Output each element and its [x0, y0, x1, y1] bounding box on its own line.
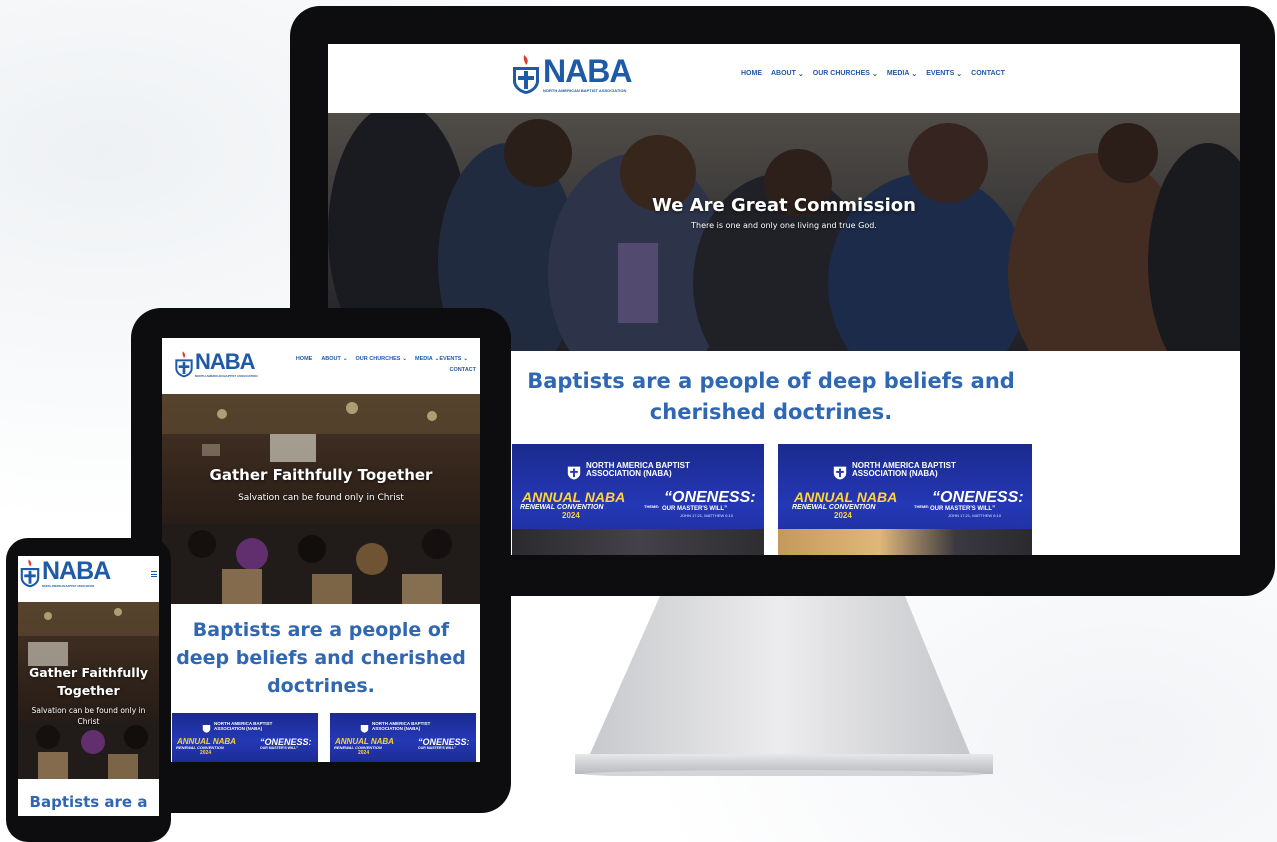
phone-header: NABA NORTH AMERICAN BAPTIST ASSOCIATION — [18, 556, 159, 602]
card-theme-quote: “ONENESS: — [932, 489, 1024, 506]
card-theme-quote: “ONENESS: — [664, 489, 756, 506]
card-scripture: JOHN 17:21, MATTHEW 6:10 — [680, 513, 734, 518]
desktop-section-heading: Baptists are a people of deep beliefs an… — [527, 369, 1015, 424]
brand-name: NABA — [42, 556, 111, 585]
tablet-event-card-1[interactable]: NORTH AMERICA BAPTIST ASSOCIATION (NABA) … — [172, 713, 318, 762]
card-theme-sub: OUR MASTER'S WILL” — [930, 506, 996, 512]
nav-home[interactable]: HOME — [741, 70, 762, 78]
nav-events[interactable]: EVENTS — [439, 356, 461, 362]
card-photo — [512, 529, 764, 555]
card-photo — [778, 529, 1032, 555]
card-theme-sub: OUR MASTER'S WILL” — [662, 506, 728, 512]
card-year: 2024 — [834, 511, 852, 520]
card-annual: ANNUAL NABA — [794, 489, 898, 505]
hamburger-menu-icon[interactable] — [151, 571, 157, 577]
chevron-down-icon: ⌄ — [463, 356, 468, 362]
card-year: 2024 — [200, 750, 212, 756]
desktop-nav: HOME ABOUT ⌄ OUR CHURCHES ⌄ MEDIA ⌄ EVENTS ⌄… — [741, 70, 1005, 78]
card-theme-label: THEME: — [914, 504, 930, 509]
desktop-header: NABA NORTH AMERICAN BAPTIST ASSOCIATION … — [328, 44, 1240, 113]
tablet-section-heading: Baptists are a people of deep beliefs an… — [176, 619, 466, 697]
naba-logo-icon — [513, 55, 539, 94]
desktop-hero-subtitle: There is one and only one living and tru… — [691, 221, 877, 230]
nav-events[interactable]: EVENTS — [926, 70, 954, 78]
card-org: NORTH AMERICA BAPTIST ASSOCIATION (NABA) — [372, 721, 431, 731]
naba-logo-icon — [360, 725, 369, 733]
brand-tagline: NORTH AMERICAN BAPTIST ASSOCIATION — [195, 373, 258, 378]
desktop-event-card-2[interactable]: NORTH AMERICA BAPTIST ASSOCIATION (NABA) … — [778, 444, 1032, 555]
card-renewal: RENEWAL CONVENTION — [520, 504, 604, 511]
naba-logo-icon — [202, 725, 211, 733]
chevron-down-icon: ⌄ — [911, 71, 918, 78]
brand-name: NABA — [543, 53, 632, 89]
phone-section-heading: Baptists are a — [29, 793, 148, 811]
chevron-down-icon: ⌄ — [342, 356, 348, 362]
nav-home[interactable]: HOME — [296, 356, 313, 362]
naba-logo-icon — [175, 351, 193, 378]
naba-logo-icon — [20, 559, 40, 588]
tablet-logo[interactable]: NABA NORTH AMERICAN BAPTIST ASSOCIATION — [174, 350, 258, 378]
card-theme-sub: OUR MASTER'S WILL” — [418, 746, 456, 750]
nav-our-churches[interactable]: OUR CHURCHES — [813, 70, 870, 78]
nav-our-churches[interactable]: OUR CHURCHES — [356, 356, 401, 362]
naba-logo-icon — [833, 466, 847, 480]
brand-tagline: NORTH AMERICAN BAPTIST ASSOCIATION — [42, 584, 95, 588]
brand-name: NABA — [195, 348, 256, 374]
desktop-logo[interactable]: NABA NORTH AMERICAN BAPTIST ASSOCIATION — [511, 53, 632, 95]
card-org: NORTH AMERICA BAPTIST ASSOCIATION (NABA) — [852, 461, 956, 479]
nav-media[interactable]: MEDIA — [415, 356, 433, 362]
nav-contact[interactable]: CONTACT — [971, 70, 1005, 78]
card-org: NORTH AMERICA BAPTIST ASSOCIATION (NABA) — [214, 721, 273, 731]
card-theme-sub: OUR MASTER'S WILL” — [260, 746, 298, 750]
nav-about[interactable]: ABOUT — [321, 356, 341, 362]
card-org: NORTH AMERICA BAPTIST ASSOCIATION (NABA) — [586, 461, 690, 479]
phone-hero-title: Gather Faithfully Together — [28, 665, 149, 698]
card-annual: ANNUAL NABA — [522, 489, 626, 505]
card-year: 2024 — [358, 750, 370, 756]
naba-logo-icon — [567, 466, 581, 480]
tablet-hero-subtitle: Salvation can be found only in Christ — [238, 493, 404, 503]
nav-media[interactable]: MEDIA — [887, 70, 910, 78]
desktop-hero-title: We Are Great Commission — [652, 195, 916, 216]
nav-about[interactable]: ABOUT — [771, 70, 796, 78]
chevron-down-icon: ⌄ — [871, 71, 878, 78]
desktop-event-card-1[interactable]: NORTH AMERICA BAPTIST ASSOCIATION (NABA) … — [512, 444, 764, 555]
phone-logo[interactable]: NABA NORTH AMERICAN BAPTIST ASSOCIATION — [19, 556, 111, 588]
chevron-down-icon: ⌄ — [402, 356, 408, 362]
tablet-nav: HOME ABOUT ⌄ OUR CHURCHES ⌄ MEDIA ⌄ EVENTS ⌄… — [292, 356, 476, 373]
tablet-header: NABA NORTH AMERICAN BAPTIST ASSOCIATION … — [162, 338, 480, 394]
card-scripture: JOHN 17:21, MATTHEW 6:10 — [948, 513, 1002, 518]
phone-hero-subtitle: Salvation can be found only in Christ — [31, 706, 146, 726]
tablet-hero: Gather Faithfully Together Salvation can… — [162, 394, 480, 604]
phone-screen: NABA NORTH AMERICAN BAPTIST ASSOCIATION — [18, 556, 159, 816]
chevron-down-icon: ⌄ — [956, 71, 963, 78]
card-theme-label: THEME: — [644, 504, 660, 509]
nav-contact[interactable]: CONTACT — [450, 367, 476, 373]
tablet-hero-title: Gather Faithfully Together — [209, 466, 433, 484]
tablet-screen: NABA NORTH AMERICAN BAPTIST ASSOCIATION … — [162, 338, 480, 762]
card-renewal: RENEWAL CONVENTION — [792, 504, 876, 511]
phone-hero: Gather Faithfully Together Salvation can… — [18, 602, 159, 779]
tablet-event-card-2[interactable]: NORTH AMERICA BAPTIST ASSOCIATION (NABA) … — [330, 713, 476, 762]
card-year: 2024 — [562, 511, 580, 520]
brand-tagline: NORTH AMERICAN BAPTIST ASSOCIATION — [543, 88, 627, 93]
chevron-down-icon: ⌄ — [797, 71, 804, 78]
monitor-stand — [575, 596, 993, 776]
